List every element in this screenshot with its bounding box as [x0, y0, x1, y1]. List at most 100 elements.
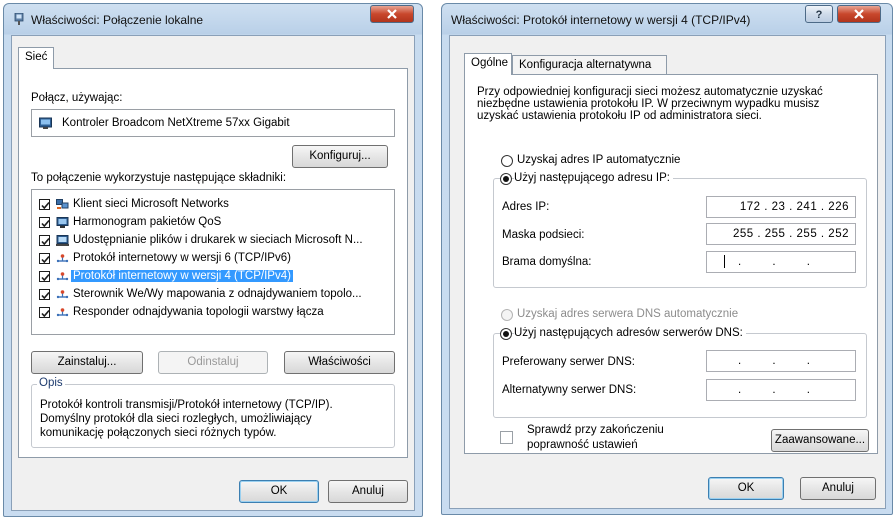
description-group: Opis Protokół kontroli transmisji/Protok… — [31, 377, 395, 448]
title-bar[interactable]: Właściwości: Połączenie lokalne — [4, 4, 422, 36]
close-button[interactable] — [370, 5, 414, 23]
intro-line-1: Przy odpowiedniej konfiguracji sieci moż… — [477, 86, 823, 98]
component-row[interactable]: Sterownik We/Wy mapowania z odnajdywanie… — [32, 287, 392, 303]
close-icon — [387, 9, 397, 19]
preferred-dns-field[interactable]: . . . — [706, 350, 856, 372]
close-icon — [854, 9, 864, 19]
component-row[interactable]: Harmonogram pakietów QoS — [32, 215, 392, 231]
adapter-name: Kontroler Broadcom NetXtreme 57xx Gigabi… — [62, 117, 290, 129]
intro-line-3: uzyskać ustawienia protokołu IP od admin… — [477, 110, 762, 122]
checkmark-icon — [41, 255, 50, 264]
local-connection-properties-window: Właściwości: Połączenie lokalne Sieć Poł… — [3, 3, 423, 517]
component-checkbox[interactable] — [39, 199, 50, 210]
component-row[interactable]: Responder odnajdywania topologii warstwy… — [32, 305, 392, 321]
checkmark-icon — [41, 201, 50, 210]
tab-page-general: Przy odpowiedniej konfiguracji sieci moż… — [464, 74, 878, 454]
ok-button[interactable]: OK — [708, 477, 784, 500]
text-cursor — [724, 255, 725, 268]
component-label: Udostępnianie plików i drukarek w siecia… — [73, 234, 363, 246]
alternate-dns-field[interactable]: . . . — [706, 379, 856, 401]
radio-dns-manual[interactable] — [500, 328, 512, 340]
tab-alternative-config[interactable]: Konfiguracja alternatywna — [512, 55, 667, 75]
component-checkbox[interactable] — [39, 289, 50, 300]
component-row[interactable]: Protokół internetowy w wersji 4 (TCP/IPv… — [32, 269, 392, 285]
component-checkbox[interactable] — [39, 235, 50, 246]
checkmark-icon — [41, 291, 50, 300]
cancel-button[interactable]: Anuluj — [800, 477, 876, 500]
window-title: Właściwości: Połączenie lokalne — [31, 13, 204, 27]
checkmark-icon — [41, 237, 50, 246]
dialog-body: Ogólne Konfiguracja alternatywna Przy od… — [449, 35, 886, 509]
component-label: Harmonogram pakietów QoS — [73, 216, 222, 228]
component-checkbox[interactable] — [39, 307, 50, 318]
cancel-button[interactable]: Anuluj — [328, 480, 408, 503]
uninstall-button[interactable]: Odinstaluj — [158, 351, 268, 374]
ip-address-field[interactable]: 172 . 23 . 241 . 226 — [706, 196, 856, 218]
radio-dns-auto[interactable] — [501, 309, 513, 321]
component-label: Responder odnajdywania topologii warstwy… — [73, 306, 324, 318]
description-line-3: komunikację połączonych sieci różnych ty… — [40, 427, 277, 439]
alternate-dns-label: Alternatywny serwer DNS: — [502, 384, 637, 396]
component-label: Sterownik We/Wy mapowania z odnajdywanie… — [73, 288, 362, 300]
component-row[interactable]: Protokół internetowy w wersji 6 (TCP/IPv… — [32, 251, 392, 267]
component-checkbox[interactable] — [39, 217, 50, 228]
protocol-icon — [56, 272, 69, 281]
tab-general[interactable]: Ogólne — [464, 53, 512, 75]
component-checkbox[interactable] — [39, 271, 50, 282]
component-row[interactable]: Udostępnianie plików i drukarek w siecia… — [32, 233, 392, 249]
radio-dns-manual-label: Użyj następujących adresów serwerów DNS: — [514, 327, 746, 339]
description-title: Opis — [37, 377, 65, 389]
protocol-icon — [56, 308, 69, 317]
components-label: To połączenie wykorzystuje następujące s… — [31, 172, 287, 184]
help-button[interactable]: ? — [805, 5, 833, 23]
validate-line-1: Sprawdź przy zakończeniu — [527, 424, 664, 436]
subnet-mask-label: Maska podsieci: — [502, 229, 585, 241]
ip-address-label: Adres IP: — [502, 201, 550, 213]
checkmark-icon — [41, 309, 50, 318]
network-window-icon — [14, 13, 24, 25]
subnet-mask-field[interactable]: 255 . 255 . 255 . 252 — [706, 223, 856, 245]
tab-network[interactable]: Sieć — [18, 47, 54, 69]
component-label: Klient sieci Microsoft Networks — [73, 198, 229, 210]
ok-button[interactable]: OK — [239, 480, 319, 503]
default-gateway-label: Brama domyślna: — [502, 256, 592, 268]
protocol-icon — [56, 254, 69, 263]
radio-ip-auto[interactable] — [501, 155, 513, 167]
validate-line-2: poprawność ustawień — [527, 439, 638, 451]
radio-ip-manual[interactable] — [500, 173, 512, 185]
checkmark-icon — [41, 219, 50, 228]
install-button[interactable]: Zainstaluj... — [31, 351, 143, 374]
checkmark-icon — [41, 273, 50, 282]
configure-button[interactable]: Konfiguruj... — [292, 145, 388, 168]
preferred-dns-label: Preferowany serwer DNS: — [502, 356, 635, 368]
window-title: Właściwości: Protokół internetowy w wers… — [451, 13, 751, 27]
ipv4-properties-window: Właściwości: Protokół internetowy w wers… — [441, 3, 893, 515]
svg-text:?: ? — [816, 9, 823, 20]
radio-dns-auto-label: Uzyskaj adres serwera DNS automatycznie — [517, 308, 739, 320]
component-label: Protokół internetowy w wersji 6 (TCP/IPv… — [73, 252, 291, 264]
default-gateway-field[interactable]: . . . — [706, 251, 856, 273]
description-line-2: Domyślny protokół dla sieci rozległych, … — [40, 413, 312, 425]
network-client-icon — [56, 199, 69, 209]
tab-page-network: Połącz, używając: Kontroler Broadcom Net… — [18, 68, 408, 458]
help-icon: ? — [816, 9, 823, 20]
description-line-1: Protokół kontroli transmisji/Protokół in… — [40, 399, 333, 411]
component-label: Protokół internetowy w wersji 4 (TCP/IPv… — [71, 270, 293, 282]
component-checkbox[interactable] — [39, 253, 50, 264]
network-adapter-icon — [39, 117, 52, 129]
ip-settings-group: Użyj następującego adresu IP: Adres IP: … — [493, 172, 867, 288]
intro-line-2: niezbędne ustawienia protokołu IP. W prz… — [477, 98, 820, 110]
component-row[interactable]: Klient sieci Microsoft Networks — [32, 197, 392, 213]
dns-settings-group: Użyj następujących adresów serwerów DNS:… — [493, 327, 867, 418]
qos-icon — [56, 217, 69, 228]
radio-ip-manual-label: Użyj następującego adresu IP: — [514, 172, 673, 184]
file-sharing-icon — [56, 235, 69, 246]
title-bar[interactable]: Właściwości: Protokół internetowy w wers… — [442, 4, 892, 36]
connect-using-label: Połącz, używając: — [31, 92, 123, 104]
protocol-icon — [56, 290, 69, 299]
properties-button[interactable]: Właściwości — [284, 351, 395, 374]
radio-ip-auto-label: Uzyskaj adres IP automatycznie — [517, 154, 681, 166]
close-button[interactable] — [837, 5, 881, 23]
validate-on-exit-checkbox[interactable] — [500, 431, 513, 444]
advanced-button[interactable]: Zaawansowane... — [771, 429, 869, 452]
